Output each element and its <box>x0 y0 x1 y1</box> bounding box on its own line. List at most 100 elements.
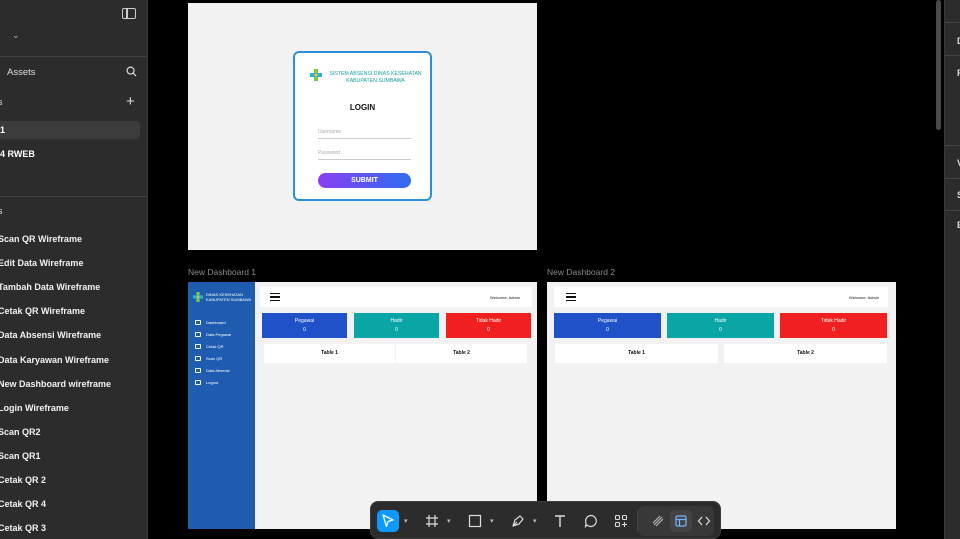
move-tool-button[interactable] <box>377 510 399 532</box>
stat-label: Tidak Hadir <box>475 318 502 324</box>
sidebar-item-logout[interactable]: Logout <box>195 380 218 385</box>
layer-item[interactable]: Scan QR1 <box>0 451 41 461</box>
chevron-down-icon[interactable]: ▾ <box>490 517 494 525</box>
login-title: LOGIN <box>349 103 376 112</box>
frame-icon <box>426 515 438 527</box>
divider <box>945 22 960 23</box>
layer-item[interactable]: Cetak QR 4 <box>0 499 46 509</box>
sidebar-item-label: Cetak QR <box>206 344 224 349</box>
health-logo-icon <box>193 292 203 302</box>
frame-label-dashboard2[interactable]: New Dashboard 2 <box>547 267 615 277</box>
pen-icon <box>512 515 524 527</box>
sidebar-toggle-icon[interactable] <box>122 8 136 19</box>
dashboard2-frame[interactable]: Welcome, Admin Pegawai 0 Hadir 0 Tidak Had… <box>547 282 896 529</box>
design-mode-button[interactable] <box>670 510 692 532</box>
stat-card-pegawai: Pegawai 0 <box>554 313 661 338</box>
layer-item[interactable]: New Dashboard wireframe <box>0 379 111 389</box>
dashboard1-frame[interactable]: DINAS KESEHATAN KABUPATEN SUMBAWA Dashbo… <box>188 282 537 529</box>
comment-tool-button[interactable] <box>580 510 602 532</box>
text-tool-button[interactable] <box>549 510 571 532</box>
layer-item[interactable]: Data Absensi Wireframe <box>0 330 101 340</box>
stat-label: Hadir <box>390 318 403 324</box>
layer-item[interactable]: Cetak QR Wireframe <box>0 306 85 316</box>
sidebar-item-data-pegawai[interactable]: Data Pegawai <box>195 332 231 337</box>
tab-assets[interactable]: Assets <box>7 67 36 78</box>
actions-tool-button[interactable] <box>610 510 632 532</box>
divider <box>945 145 960 146</box>
page-label: 1 <box>0 125 6 135</box>
apps-icon <box>614 514 628 528</box>
username-field[interactable]: Username <box>318 129 411 139</box>
refresh-icon <box>195 344 201 349</box>
stat-value: 0 <box>719 327 722 333</box>
layer-item[interactable]: Tambah Data Wireframe <box>0 282 100 292</box>
sidebar-item-scan-qr[interactable]: Scan QR <box>195 356 222 361</box>
dashboard-icon <box>195 320 201 325</box>
divider <box>945 178 960 179</box>
folder-icon <box>195 332 201 337</box>
page-item[interactable]: 1 <box>0 121 140 139</box>
submit-button[interactable]: SUBMIT <box>318 173 411 188</box>
table-2: Table 2 <box>724 344 887 363</box>
stat-card-tidak-hadir: Tidak Hadir 0 <box>780 313 887 338</box>
dashboard-sidebar: DINAS KESEHATAN KABUPATEN SUMBAWA Dashbo… <box>188 282 255 529</box>
health-logo-icon <box>310 69 322 81</box>
stat-label: Pegawai <box>294 318 315 324</box>
chevron-down-icon[interactable]: ▾ <box>404 517 408 525</box>
divider <box>945 210 960 211</box>
org-name: SISTEM ABSENSI DINAS KESEHATAN KABUPATEN… <box>329 71 422 84</box>
dashboard-topbar: Welcome, Admin <box>260 287 532 307</box>
login-wireframe-frame[interactable]: SISTEM ABSENSI DINAS KESEHATAN KABUPATEN… <box>188 3 537 250</box>
sidebar-item-label: Logout <box>206 380 219 385</box>
layer-item[interactable]: Login Wireframe <box>0 403 69 413</box>
table-1: Table 1 <box>264 344 395 363</box>
page-item[interactable]: 4 RWEB <box>0 145 147 163</box>
table-1: Table 1 <box>555 344 718 363</box>
properties-panel: D P V S E <box>944 0 960 539</box>
sidebar-item-data-absensi[interactable]: Data Absensi <box>195 368 230 373</box>
layer-item[interactable]: Cetak QR 2 <box>0 475 46 485</box>
divider <box>0 196 147 197</box>
frame-label-dashboard1[interactable]: New Dashboard 1 <box>188 267 256 277</box>
panel-header: l ⌄ <box>0 0 147 57</box>
briefcase-icon <box>195 356 201 361</box>
layer-item[interactable]: Scan QR2 <box>0 427 41 437</box>
bottom-toolbar: ▾ ▾ ▾ ▾ <box>370 501 721 539</box>
table-2: Table 2 <box>396 344 527 363</box>
chevron-down-icon[interactable]: ⌄ <box>12 30 20 41</box>
pen-tool-button[interactable] <box>507 510 529 532</box>
hamburger-menu-icon[interactable] <box>270 293 280 301</box>
chevron-down-icon[interactable]: ▾ <box>447 517 451 525</box>
hamburger-menu-icon[interactable] <box>566 293 576 301</box>
welcome-text: Welcome, Admin <box>849 295 879 300</box>
stat-card-pegawai: Pegawai 0 <box>262 313 347 338</box>
password-field[interactable]: Password <box>318 150 411 160</box>
layer-item[interactable]: Cetak QR 3 <box>0 523 46 533</box>
canvas-scrollbar[interactable] <box>936 0 941 130</box>
welcome-text: Welcome, Admin <box>490 295 520 300</box>
dev-mode-button[interactable] <box>693 510 715 532</box>
stat-value: 0 <box>832 327 835 333</box>
draw-icon <box>652 515 664 527</box>
stat-label: Tidak Hadir <box>820 318 847 324</box>
layer-item[interactable]: Edit Data Wireframe <box>0 258 83 268</box>
chevron-down-icon[interactable]: ▾ <box>533 517 537 525</box>
add-page-icon[interactable]: + <box>126 94 135 109</box>
frame-tool-button[interactable] <box>421 510 443 532</box>
stat-value: 0 <box>303 327 306 333</box>
code-icon <box>697 516 711 526</box>
sidebar-item-cetak-qr[interactable]: Cetak QR <box>195 344 224 349</box>
shape-tool-button[interactable] <box>464 510 486 532</box>
layers-panel: l ⌄ Assets s + 1 4 RWEB s Scan QR Wirefr… <box>0 0 148 539</box>
search-icon[interactable] <box>126 66 137 77</box>
layer-item[interactable]: Data Karyawan Wireframe <box>0 355 109 365</box>
draw-mode-button[interactable] <box>647 510 669 532</box>
stat-label: Pegawai <box>597 318 618 324</box>
login-card: SISTEM ABSENSI DINAS KESEHATAN KABUPATEN… <box>293 51 432 201</box>
sidebar-item-dashboard[interactable]: Dashboard <box>195 320 226 325</box>
sidebar-item-label: Data Pegawai <box>206 332 231 337</box>
sidebar-item-label: Data Absensi <box>206 368 230 373</box>
stat-value: 0 <box>606 327 609 333</box>
stat-value: 0 <box>487 327 490 333</box>
layer-item[interactable]: Scan QR Wireframe <box>0 234 82 244</box>
